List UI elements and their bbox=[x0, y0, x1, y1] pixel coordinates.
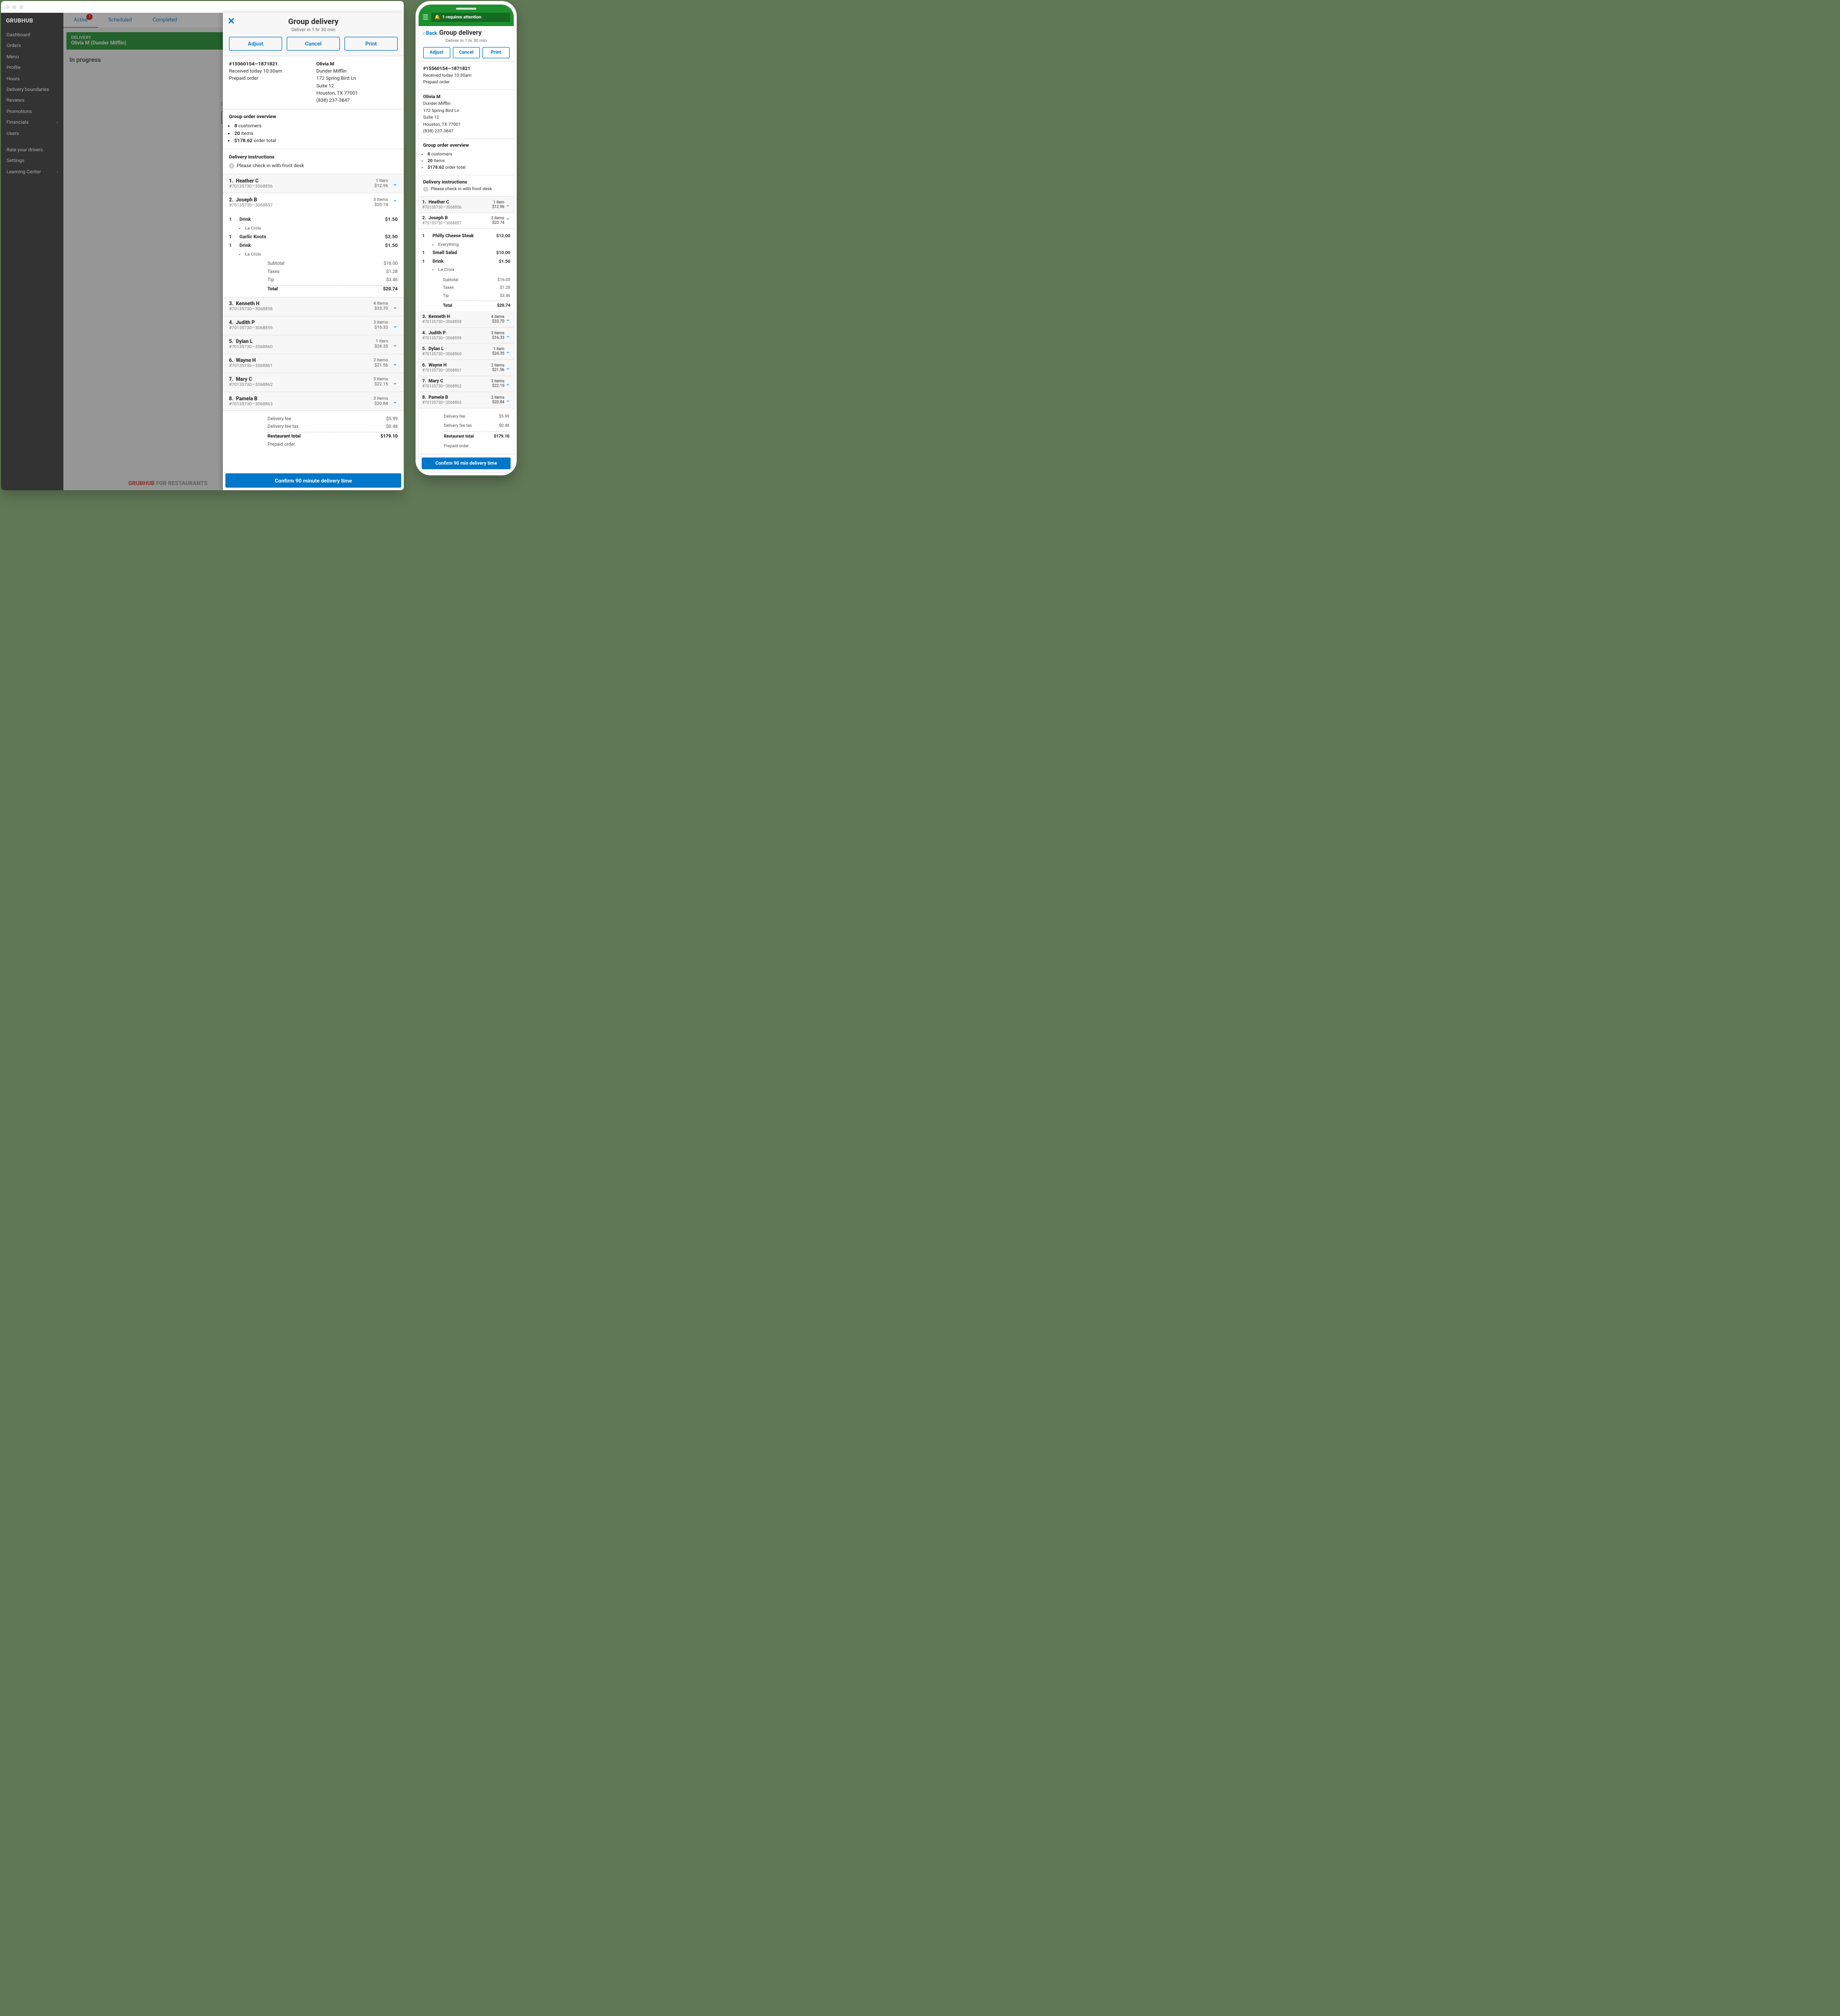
buyer-info: Olivia M Dunder Mifflin 172 Spring Bird … bbox=[316, 61, 398, 105]
order-footer: Delivery fee$5.99 Delivery fee tax$0.48 … bbox=[419, 408, 514, 454]
customer-row: 7. Mary C#70135730—3068862 3 items$22.15… bbox=[223, 373, 403, 392]
chevron-down-icon: ⌄ bbox=[393, 180, 398, 187]
sidebar-item[interactable]: Settings bbox=[1, 155, 63, 166]
confirm-button[interactable]: Confirm 90 minute delivery time bbox=[225, 473, 401, 488]
order-meta: #15560154—1871821 Received today 10:30am… bbox=[229, 61, 310, 105]
sidebar-item[interactable]: Menu bbox=[1, 52, 63, 62]
sidebar-item[interactable]: Reviews bbox=[1, 95, 63, 106]
panel-subtitle: Deliver in 1 hr 30 min bbox=[229, 27, 398, 33]
sidebar-item[interactable]: Orders bbox=[1, 40, 63, 51]
line-item: 1Small Salad$10.00 bbox=[422, 250, 510, 256]
chevron-down-icon: ⌄ bbox=[505, 348, 510, 355]
customer-header[interactable]: 7. Mary C#70135730—3068862 3 items$22.15… bbox=[223, 373, 403, 392]
sidebar-item[interactable]: Hours bbox=[1, 73, 63, 84]
sidebar-item[interactable]: Learning Center bbox=[1, 166, 63, 177]
chevron-up-icon: ⌃ bbox=[505, 217, 510, 224]
chevron-down-icon: ⌄ bbox=[393, 322, 398, 329]
customer-header[interactable]: 8. Pamela B#70135730—3068863 3 items$20.… bbox=[419, 392, 514, 408]
sidebar-item[interactable]: Financials bbox=[1, 117, 63, 128]
chevron-down-icon: ⌄ bbox=[505, 316, 510, 323]
customer-header[interactable]: 1. Heather C#70135730—3068856 1 item$12.… bbox=[419, 197, 514, 213]
line-item: 1Drink$1.50 bbox=[229, 243, 398, 248]
order-footer: Delivery fee$5.99 Delivery fee tax$0.48 … bbox=[223, 411, 403, 452]
customer-row: 5. Dylan L#70135730—3068860 1 item$24.35… bbox=[223, 335, 403, 354]
chevron-down-icon: ⌄ bbox=[505, 201, 510, 208]
line-item: 1Drink$1.50 bbox=[422, 259, 510, 264]
bell-icon: 🔔 bbox=[434, 15, 440, 20]
customer-row: 8. Pamela B#70135730—3068863 3 items$20.… bbox=[223, 392, 403, 411]
customer-header[interactable]: 3. Kenneth H#70135730—3068858 4 items$33… bbox=[419, 311, 514, 328]
customer-header[interactable]: 5. Dylan L#70135730—3068860 1 item$24.35… bbox=[223, 335, 403, 354]
group-overview: Group order overview 8 customers 20 item… bbox=[223, 109, 403, 150]
group-overview: Group order overview 8 customers 20 item… bbox=[419, 139, 514, 175]
chevron-down-icon: ⌄ bbox=[393, 303, 398, 310]
customer-header[interactable]: 7. Mary C#70135730—3068862 3 items$22.15… bbox=[419, 376, 514, 393]
chevron-up-icon: ⌃ bbox=[393, 199, 398, 206]
line-item: 1Philly Cheese Steak$12.00 bbox=[422, 234, 510, 239]
chevron-down-icon: ⌄ bbox=[505, 397, 510, 403]
window-dots bbox=[1, 1, 403, 13]
customer-row: 1. Heather C#70135730—3068856 1 item$12.… bbox=[223, 174, 403, 193]
close-icon[interactable]: ✕ bbox=[227, 16, 235, 27]
sidebar-item[interactable]: Users bbox=[1, 128, 63, 139]
chevron-down-icon: ⌄ bbox=[393, 398, 398, 405]
delivery-instructions: Delivery instructions iPlease check in w… bbox=[419, 175, 514, 197]
info-icon: i bbox=[423, 187, 428, 192]
order-meta: #15560154—1871821 Received today 10:30am… bbox=[419, 62, 514, 90]
phone-speaker bbox=[456, 8, 477, 10]
customer-header[interactable]: 4. Judith P#70135730—3068859 3 items$16.… bbox=[419, 328, 514, 344]
back-button[interactable]: ‹ Back bbox=[423, 31, 437, 36]
main-area: Active1 Scheduled Completed DELIVERY Oli… bbox=[63, 13, 404, 490]
customer-header[interactable]: 6. Wayne H#70135730—3068861 2 items$21.5… bbox=[223, 354, 403, 373]
print-button[interactable]: Print bbox=[344, 37, 398, 51]
sidebar-item[interactable]: Rate your drivers bbox=[1, 144, 63, 155]
customer-header[interactable]: 4. Judith P#70135730—3068859 3 items$16.… bbox=[223, 316, 403, 335]
menu-icon[interactable]: ☰ bbox=[423, 14, 428, 21]
cancel-button[interactable]: Cancel bbox=[287, 37, 340, 51]
customer-header[interactable]: 3. Kenneth H#70135730—3068858 4 items$33… bbox=[223, 297, 403, 316]
customer-header[interactable]: 6. Wayne H#70135730—3068861 2 items$21.5… bbox=[419, 360, 514, 376]
cancel-button[interactable]: Cancel bbox=[453, 47, 480, 58]
confirm-button[interactable]: Confirm 90 min delivery time bbox=[422, 457, 511, 470]
desktop-window: GRUBHUB DashboardOrdersMenuProfileHoursD… bbox=[1, 1, 403, 490]
line-item: 1Garlic Knots$2.50 bbox=[229, 234, 398, 240]
customer-row: 2. Joseph B#70135730—3068857 3 items$20.… bbox=[223, 193, 403, 297]
order-detail-panel: ✕ Group delivery Deliver in 1 hr 30 min … bbox=[223, 13, 403, 490]
sidebar: GRUBHUB DashboardOrdersMenuProfileHoursD… bbox=[1, 13, 63, 490]
chevron-down-icon: ⌄ bbox=[505, 332, 510, 339]
panel-title: Group delivery bbox=[229, 17, 398, 26]
customer-header[interactable]: 5. Dylan L#70135730—3068860 1 item$24.35… bbox=[419, 343, 514, 360]
customer-header[interactable]: 2. Joseph B#70135730—3068857 3 items$20.… bbox=[419, 213, 514, 230]
sidebar-item[interactable]: Profile bbox=[1, 62, 63, 73]
brand-logo: GRUBHUB bbox=[1, 17, 63, 29]
delivery-instructions: Delivery instructions iPlease check in w… bbox=[223, 149, 403, 174]
attention-banner[interactable]: 🔔1 requires attention bbox=[431, 13, 510, 22]
customer-header[interactable]: 8. Pamela B#70135730—3068863 3 items$20.… bbox=[223, 392, 403, 410]
print-button[interactable]: Print bbox=[482, 47, 510, 58]
customer-row: 4. Judith P#70135730—3068859 3 items$16.… bbox=[223, 316, 403, 335]
info-icon: i bbox=[229, 163, 234, 168]
chevron-down-icon: ⌄ bbox=[505, 380, 510, 387]
customer-header[interactable]: 1. Heather C#70135730—3068856 1 item$12.… bbox=[223, 174, 403, 193]
chevron-down-icon: ⌄ bbox=[393, 379, 398, 386]
customer-row: 3. Kenneth H#70135730—3068858 4 items$33… bbox=[223, 297, 403, 316]
phone-mock: ☰ 🔔1 requires attention ‹ Back Group del… bbox=[416, 1, 517, 475]
adjust-button[interactable]: Adjust bbox=[423, 47, 450, 58]
chevron-down-icon: ⌄ bbox=[393, 341, 398, 348]
buyer-info: Olivia M Dunder Mifflin 172 Spring Bird … bbox=[419, 90, 514, 139]
sidebar-item[interactable]: Dashboard bbox=[1, 30, 63, 40]
sidebar-item[interactable]: Promotions bbox=[1, 106, 63, 117]
page-title: Group delivery bbox=[439, 29, 481, 37]
line-item: 1Drink$1.50 bbox=[229, 217, 398, 222]
chevron-down-icon: ⌄ bbox=[505, 364, 510, 371]
adjust-button[interactable]: Adjust bbox=[229, 37, 282, 51]
chevron-down-icon: ⌄ bbox=[393, 360, 398, 367]
customer-header[interactable]: 2. Joseph B#70135730—3068857 3 items$20.… bbox=[223, 193, 403, 212]
sidebar-item[interactable]: Delivery boundaries bbox=[1, 84, 63, 95]
customer-row: 6. Wayne H#70135730—3068861 2 items$21.5… bbox=[223, 354, 403, 373]
